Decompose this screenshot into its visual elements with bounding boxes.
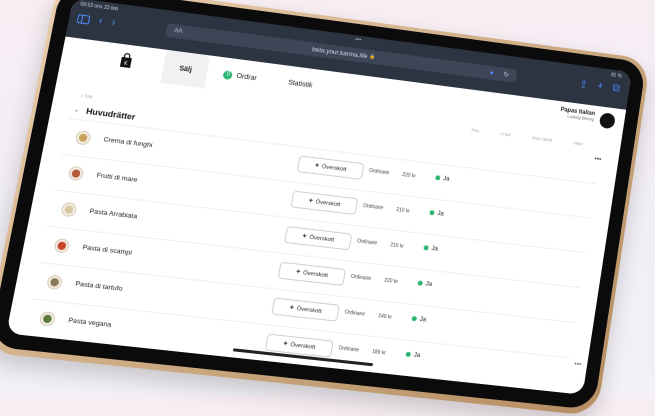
price: 220 kr: [401, 172, 417, 180]
status-date: ons 23 feb: [93, 3, 119, 13]
ipad-bezel: 09:53 ons 23 feb ••• 81 % ‹ › AA beta.yo…: [0, 0, 647, 411]
price: 220 kr: [383, 277, 399, 286]
status-dot: [423, 245, 429, 251]
sidebar-icon[interactable]: [76, 14, 91, 25]
url-text: beta.your.karma.life: [311, 45, 369, 60]
ipad-device: 09:53 ons 23 feb ••• 81 % ‹ › AA beta.yo…: [0, 0, 651, 416]
more-icon[interactable]: •••: [574, 361, 582, 369]
status-dot: [434, 175, 441, 181]
availability-label: Ja: [419, 315, 427, 324]
availability-toggle[interactable]: Ja: [411, 315, 427, 324]
surplus-label: Överskott: [315, 198, 341, 208]
new-tab-icon[interactable]: +: [596, 80, 604, 93]
multitask-dots[interactable]: •••: [354, 37, 361, 44]
price: 210 kr: [395, 207, 411, 215]
price: 189 kr: [371, 348, 387, 357]
search-label: Sök: [84, 93, 94, 100]
dish-name: Pasta di scampi: [81, 244, 133, 257]
dish-name: Frutti di mare: [95, 172, 139, 184]
surplus-label: Överskott: [302, 269, 329, 279]
dish-name: Pasta Arrabiata: [88, 207, 138, 221]
availability-label: Ja: [442, 175, 451, 183]
chevron-right-icon[interactable]: ›: [26, 344, 29, 350]
reload-icon[interactable]: ↻: [503, 71, 510, 79]
plus-icon: +: [295, 268, 301, 276]
availability-toggle[interactable]: Ja: [405, 351, 421, 360]
status-dot: [411, 315, 418, 322]
status-time: 09:53: [79, 1, 94, 10]
price-type: Ordinarie: [337, 345, 360, 354]
orders-badge: 0: [222, 69, 234, 80]
dish-photo: [42, 271, 67, 294]
reader-text-size[interactable]: AA: [174, 28, 183, 35]
price-type: Ordinarie: [350, 273, 372, 283]
surplus-label: Överskott: [289, 341, 316, 351]
avatar[interactable]: [598, 112, 616, 130]
dish-name: Crema di funghi: [102, 136, 153, 150]
surplus-button[interactable]: + Överskott: [271, 297, 340, 322]
price-type: Ordinarie: [356, 238, 378, 247]
price-type: Ordinarie: [344, 309, 366, 318]
price-type: Ordinarie: [368, 167, 390, 177]
lock-icon: 🔒: [368, 53, 376, 61]
plus-icon: +: [289, 304, 295, 312]
back-icon[interactable]: ‹: [98, 15, 104, 27]
tab-label: Statistik: [287, 79, 313, 89]
surplus-button[interactable]: + Överskott: [277, 261, 347, 286]
plus-icon: +: [308, 197, 314, 205]
chevron-down-icon[interactable]: ⌄: [73, 106, 80, 114]
col-header: Pris: [470, 128, 480, 135]
status-time-date: 09:53 ons 23 feb: [80, 2, 119, 13]
surplus-label: Överskott: [308, 234, 335, 244]
user-menu[interactable]: Papas Italian Ludwig Bering: [559, 107, 616, 130]
tab-salj[interactable]: Sälj: [160, 49, 211, 89]
plus-icon: +: [301, 232, 308, 241]
surplus-button[interactable]: + Överskott: [290, 190, 359, 216]
availability-toggle[interactable]: Ja: [423, 244, 438, 253]
surplus-button[interactable]: + Överskott: [296, 155, 365, 180]
stage: 09:53 ons 23 feb ••• 81 % ‹ › AA beta.yo…: [0, 0, 655, 416]
reader-icon[interactable]: ●: [489, 69, 494, 76]
status-dot: [405, 351, 412, 358]
dish-photo: [71, 127, 95, 149]
share-icon[interactable]: ⇪: [578, 78, 589, 91]
dish-photo: [64, 162, 88, 184]
bag-logo-icon[interactable]: K: [118, 52, 135, 69]
dish-photo: [57, 198, 82, 220]
status-dot: [417, 280, 424, 286]
forward-icon[interactable]: ›: [110, 17, 116, 29]
surplus-button[interactable]: + Överskott: [284, 226, 353, 251]
tab-label: Ordrar: [236, 72, 258, 82]
availability-toggle[interactable]: Ja: [434, 174, 451, 183]
dish-name: Pasta vegana: [67, 317, 112, 329]
availability-label: Ja: [430, 245, 439, 253]
col-header: Antal: [499, 132, 511, 139]
availability-toggle[interactable]: Ja: [417, 279, 433, 288]
more-icon[interactable]: •••: [594, 156, 602, 164]
price: 249 kr: [377, 313, 393, 321]
availability-label: Ja: [436, 209, 445, 218]
availability-label: Ja: [424, 280, 433, 288]
col-header: Visa lokalt: [531, 136, 553, 144]
ipad-screen: 09:53 ons 23 feb ••• 81 % ‹ › AA beta.yo…: [6, 0, 632, 395]
dish-photo: [35, 308, 60, 331]
plus-icon: +: [314, 162, 320, 170]
price: 210 kr: [389, 242, 405, 250]
plus-icon: +: [282, 340, 289, 348]
search-input[interactable]: ⌕ Sök: [80, 93, 93, 99]
dish-photo: [49, 235, 74, 258]
status-battery: 81 %: [610, 72, 623, 80]
dish-name: Pasta di tartufo: [74, 280, 124, 293]
availability-toggle[interactable]: Ja: [429, 209, 444, 218]
surplus-label: Överskott: [321, 163, 347, 173]
availability-label: Ja: [413, 351, 421, 360]
surplus-label: Överskott: [296, 305, 323, 315]
tabs-icon[interactable]: ⧉: [612, 82, 621, 95]
tab-label: Sälj: [178, 64, 193, 74]
price-type: Ordinarie: [362, 203, 384, 212]
section-title: Huvudrätter: [85, 105, 137, 122]
status-dot: [429, 210, 435, 216]
col-header: Aktiv: [572, 141, 583, 148]
